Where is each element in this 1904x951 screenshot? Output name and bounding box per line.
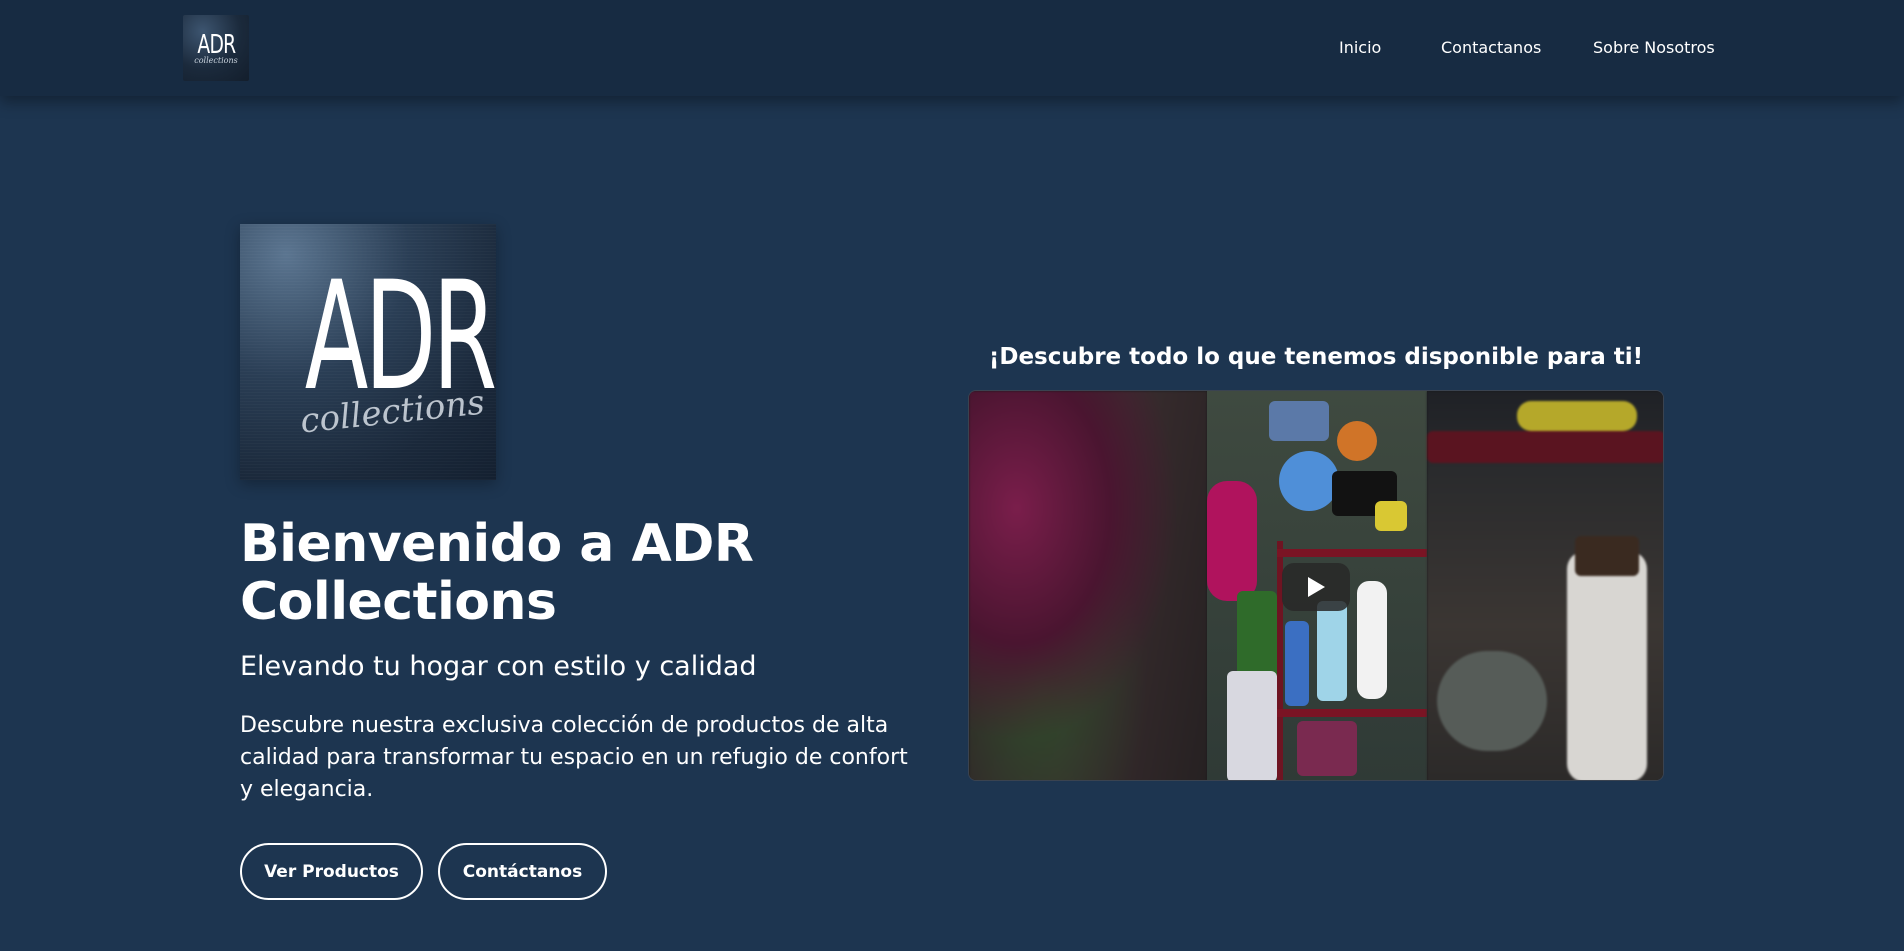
video-thumbnail-left xyxy=(969,391,1207,780)
nav-link-contactanos[interactable]: Contactanos xyxy=(1441,38,1541,57)
hero-logo: ADR collections xyxy=(240,224,496,480)
navbar: ADR collections Inicio Contactanos Sobre… xyxy=(0,0,1904,96)
nav-link-sobre-nosotros[interactable]: Sobre Nosotros xyxy=(1593,38,1715,57)
video-heading: ¡Descubre todo lo que tenemos disponible… xyxy=(988,344,1644,370)
video-player[interactable] xyxy=(968,390,1664,781)
video-thumbnail-right xyxy=(1427,391,1663,780)
view-products-button[interactable]: Ver Productos xyxy=(240,843,423,900)
contact-button[interactable]: Contáctanos xyxy=(438,843,607,900)
shelf xyxy=(1277,709,1427,717)
hero-title: Bienvenido a ADR Collections xyxy=(240,514,754,632)
play-button[interactable] xyxy=(1282,563,1350,611)
hero-subtitle: Elevando tu hogar con estilo y calidad xyxy=(240,651,757,682)
nav-link-inicio[interactable]: Inicio xyxy=(1339,38,1381,57)
hero-description: Descubre nuestra exclusiva colección de … xyxy=(240,713,908,802)
nav-links: Inicio Contactanos Sobre Nosotros xyxy=(0,38,1904,60)
play-icon xyxy=(1306,576,1326,598)
shelf xyxy=(1277,549,1427,557)
